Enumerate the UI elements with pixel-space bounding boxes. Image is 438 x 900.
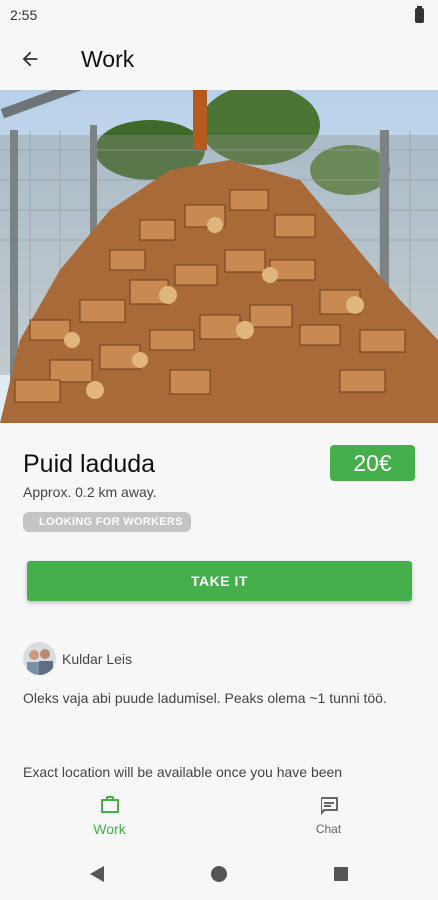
author-name: Kuldar Leis <box>62 650 133 667</box>
system-home-button[interactable] <box>210 865 228 883</box>
title-row: Puid laduda 20€ <box>23 445 415 483</box>
nav-label-work: Work <box>93 821 126 837</box>
job-description: Oleks vaja abi puude ladumisel. Peaks ol… <box>23 690 387 706</box>
nav-label-chat: Chat <box>315 822 342 836</box>
home-circle-icon <box>211 866 227 882</box>
briefcase-icon <box>100 796 119 813</box>
author[interactable]: Kuldar Leis <box>23 642 132 675</box>
system-recents-button[interactable] <box>333 866 349 882</box>
job-title: Puid laduda <box>23 450 156 478</box>
back-triangle-icon <box>90 866 104 882</box>
status-bar: 2:55 <box>0 0 438 30</box>
nav-item-chat[interactable]: Chat <box>219 785 438 845</box>
distance-text: Approx. 0.2 km away. <box>23 484 157 500</box>
battery-icon <box>415 5 424 23</box>
arrow-back-icon <box>22 51 38 67</box>
back-button[interactable] <box>0 30 60 88</box>
system-back-button[interactable] <box>89 865 105 883</box>
status-time: 2:55 <box>10 7 38 23</box>
chat-bubble-icon <box>320 797 338 815</box>
avatar <box>23 642 56 675</box>
location-note: Exact location will be available once yo… <box>23 764 343 780</box>
system-nav-bar <box>0 848 438 900</box>
price-badge: 20€ <box>330 445 415 481</box>
bottom-nav: Work Chat <box>0 785 438 845</box>
recents-square-icon <box>334 867 348 881</box>
nav-item-work[interactable]: Work <box>0 785 219 845</box>
take-it-button[interactable]: TAKE IT <box>27 561 412 601</box>
app-bar: Work <box>0 30 438 88</box>
job-photo <box>0 90 438 423</box>
page-title: Work <box>81 45 135 72</box>
status-badge: LOOKING FOR WORKERS <box>23 512 191 532</box>
